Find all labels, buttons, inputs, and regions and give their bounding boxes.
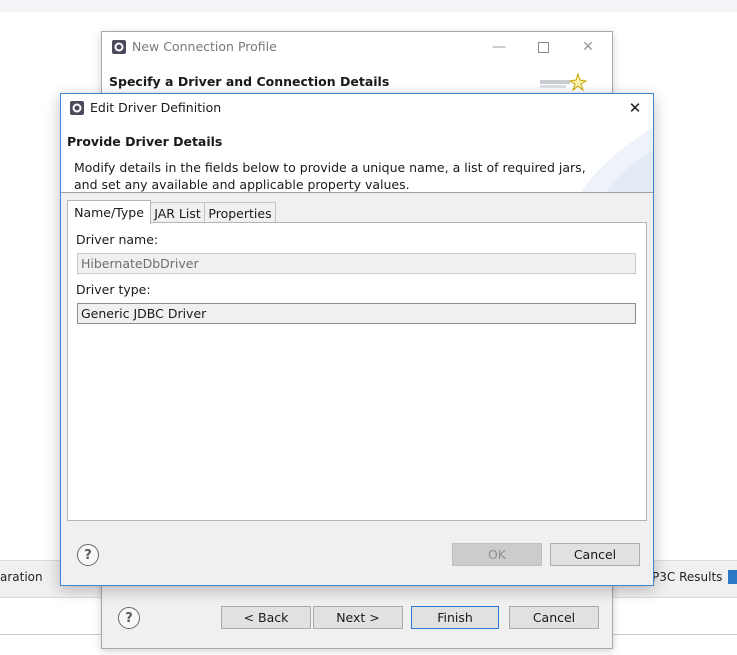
edit-driver-definition-dialog: Edit Driver Definition ✕ Provide Driver … (60, 93, 654, 586)
back-button[interactable]: < Back (221, 606, 311, 629)
back-cancel-button[interactable]: Cancel (509, 606, 599, 629)
front-dialog-header: Provide Driver Details Modify details in… (61, 122, 653, 193)
tab-properties[interactable]: Properties (204, 202, 276, 223)
wizard-star-icon (540, 72, 588, 92)
driver-name-label: Driver name: (76, 232, 159, 247)
back-dialog-header: Specify a Driver and Connection Details (102, 62, 612, 92)
front-dialog-titlebar: Edit Driver Definition ✕ (61, 94, 653, 122)
back-dialog-title: New Connection Profile (132, 39, 277, 54)
help-icon[interactable]: ? (118, 607, 140, 629)
help-icon[interactable]: ? (77, 544, 99, 566)
back-dialog-button-bar: ? < Back Next > Finish Cancel (102, 592, 612, 648)
ide-tab-left[interactable]: aration (0, 570, 43, 584)
close-icon[interactable]: ✕ (565, 35, 611, 59)
front-cancel-button[interactable]: Cancel (550, 543, 640, 566)
front-dialog-title: Edit Driver Definition (90, 100, 222, 115)
back-dialog-titlebar: New Connection Profile — ✕ (102, 32, 612, 62)
ide-tab-p3c-results[interactable]: P3C Results (652, 570, 722, 584)
driver-type-label: Driver type: (76, 282, 151, 297)
driver-name-field: HibernateDbDriver (77, 253, 636, 274)
front-dialog-description-line2: and set any available and applicable pro… (74, 177, 410, 192)
eclipse-app-icon (112, 40, 126, 54)
finish-button[interactable]: Finish (411, 606, 499, 629)
header-decoration (581, 127, 653, 192)
front-dialog-heading: Provide Driver Details (67, 134, 223, 149)
maximize-icon[interactable] (520, 35, 566, 59)
driver-type-field[interactable]: Generic JDBC Driver (77, 303, 636, 324)
eclipse-app-icon (70, 101, 84, 115)
ok-button[interactable]: OK (452, 543, 542, 566)
name-type-panel: Driver name: HibernateDbDriver Driver ty… (67, 222, 647, 521)
close-icon[interactable]: ✕ (623, 97, 647, 119)
front-dialog-button-bar: ? OK Cancel (61, 524, 653, 584)
tab-jar-list[interactable]: JAR List (149, 202, 206, 223)
front-dialog-description-line1: Modify details in the fields below to pr… (74, 160, 586, 175)
minimize-icon[interactable]: — (476, 35, 522, 59)
tab-name-type[interactable]: Name/Type (67, 200, 151, 224)
ide-top-bar (0, 0, 737, 12)
next-button[interactable]: Next > (313, 606, 403, 629)
back-dialog-heading: Specify a Driver and Connection Details (109, 74, 390, 89)
ide-view-icon (728, 570, 737, 584)
